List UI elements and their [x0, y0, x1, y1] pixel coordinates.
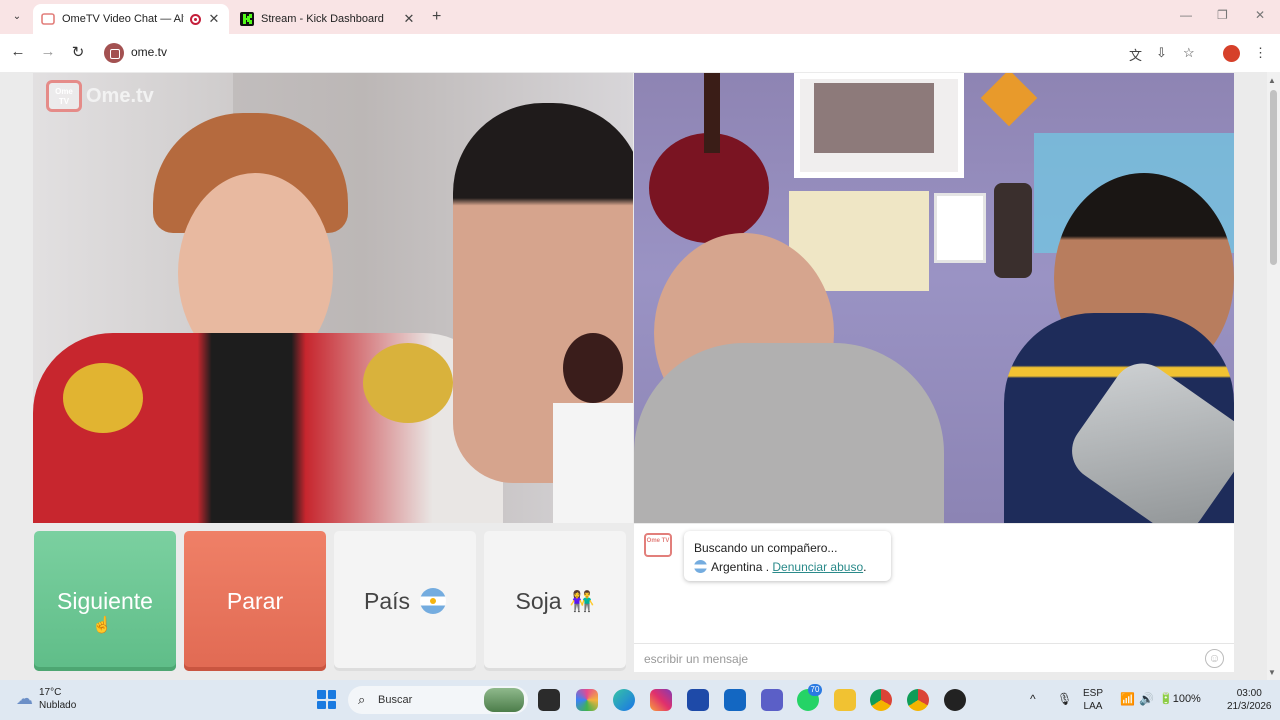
hand-cursor-icon: ☝: [92, 617, 112, 634]
file-explorer-icon[interactable]: [834, 689, 856, 711]
edge-icon[interactable]: [613, 689, 635, 711]
scrollbar-thumb[interactable]: [1270, 90, 1277, 265]
ometv-favicon-icon: [41, 13, 55, 25]
menu-dots-icon[interactable]: ⋮: [1254, 45, 1267, 61]
chat-ometv-logo-icon: Ome TV: [644, 533, 672, 557]
emoji-icon[interactable]: ☺: [1205, 649, 1224, 668]
teams-icon[interactable]: [761, 689, 783, 711]
time: 03:00: [1236, 688, 1262, 699]
ometv-logo: Ome TV Ome.tv: [46, 80, 154, 112]
tab-kick[interactable]: Stream - Kick Dashboard ✕: [232, 4, 424, 34]
argentina-flag-icon: [420, 588, 447, 614]
reload-icon[interactable]: ↻: [68, 43, 88, 61]
battery-status[interactable]: 🔋100%: [1159, 692, 1201, 705]
scroll-down-icon[interactable]: ▼: [1268, 668, 1276, 677]
weather-condition: Nublado: [39, 700, 77, 711]
chrome-icon[interactable]: [870, 689, 892, 711]
recording-icon: [190, 13, 201, 25]
battery-level: 100%: [1172, 693, 1201, 705]
tab-title: OmeTV Video Chat — Alter: [62, 13, 184, 25]
gender-label: Soja: [515, 587, 562, 614]
tab-title: Stream - Kick Dashboard: [261, 13, 384, 25]
site-info-icon[interactable]: [104, 43, 124, 63]
address-bar[interactable]: ome.tv: [100, 39, 1210, 67]
microphone-icon[interactable]: 🎙: [1057, 692, 1072, 706]
copilot-icon[interactable]: [576, 689, 598, 711]
country-label: País: [363, 587, 411, 614]
gender-button[interactable]: Soja 👫: [484, 531, 626, 671]
local-video: [33, 73, 633, 523]
stop-button[interactable]: Parar: [184, 531, 326, 671]
tab-ometv[interactable]: OmeTV Video Chat — Alter ✕: [33, 4, 229, 34]
language-indicator[interactable]: ESP LAA: [1083, 687, 1103, 713]
message-input[interactable]: escribir un mensaje: [644, 652, 748, 666]
couple-icon: 👫: [569, 590, 595, 613]
status-text: Buscando un compañero...: [694, 541, 838, 555]
language-code: ESP: [1083, 688, 1104, 699]
argentina-flag-icon: [694, 560, 707, 573]
clock[interactable]: 03:00 21/3/2026: [1227, 687, 1272, 713]
remote-video: [634, 73, 1234, 523]
tab-search-chevron-icon[interactable]: ⌄: [7, 7, 27, 27]
url-text: ome.tv: [131, 45, 168, 59]
system-message: Buscando un compañero... Argentina . Den…: [684, 531, 891, 581]
back-icon[interactable]: ←: [8, 43, 28, 60]
next-button[interactable]: Siguiente: [34, 531, 176, 671]
volume-icon[interactable]: 🔊: [1139, 692, 1154, 706]
wifi-icon[interactable]: 📶: [1120, 692, 1135, 706]
search-label: Buscar: [378, 694, 413, 706]
forward-icon[interactable]: →: [38, 43, 58, 60]
tray-overflow-icon[interactable]: ^: [1030, 692, 1036, 706]
separator: .: [762, 560, 773, 574]
weather-widget[interactable]: ☁ 17°C Nublado: [16, 686, 76, 712]
bookmark-star-icon[interactable]: ☆: [1183, 45, 1195, 61]
report-suffix: .: [863, 560, 867, 574]
keyboard-layout: LAA: [1083, 701, 1103, 712]
stop-label: Parar: [226, 587, 284, 614]
next-label: Siguiente: [57, 587, 153, 614]
chat-input-bar: escribir un mensaje ☺: [634, 643, 1234, 672]
task-view-icon[interactable]: [538, 689, 560, 711]
store-icon[interactable]: [687, 689, 709, 711]
new-tab-icon[interactable]: +: [432, 8, 441, 26]
partner-country: Argentina: [711, 560, 763, 574]
maximize-icon[interactable]: ❐: [1217, 8, 1228, 22]
date: 21/3/2026: [1227, 701, 1272, 712]
logo-badge: Ome TV: [46, 80, 82, 112]
partner-info: Argentina . Denunciar abuso.: [694, 558, 881, 577]
profile-avatar[interactable]: [1223, 45, 1240, 62]
cloud-icon: ☁: [16, 689, 33, 708]
search-highlight-icon: [484, 688, 524, 712]
temperature: 17°C: [39, 687, 62, 698]
minimize-icon[interactable]: —: [1180, 8, 1192, 22]
whatsapp-badge: 70: [808, 684, 822, 696]
logo-text: Ome.tv: [86, 84, 154, 107]
report-abuse-link[interactable]: Denunciar abuso: [772, 560, 863, 574]
battery-icon: 🔋: [1159, 693, 1173, 705]
browser-toolbar: ← → ↻ ome.tv 文 ⇩ ☆ ⋮: [0, 34, 1280, 72]
install-app-icon[interactable]: ⇩: [1156, 45, 1167, 61]
search-icon: ⌕: [358, 692, 366, 707]
tab-close-icon[interactable]: ✕: [402, 11, 416, 27]
outlook-icon[interactable]: [724, 689, 746, 711]
country-button[interactable]: País: [334, 531, 476, 671]
kick-favicon-icon: [240, 12, 254, 26]
chrome-profile-icon[interactable]: [907, 689, 929, 711]
translate-icon[interactable]: 文: [1129, 45, 1142, 64]
scroll-up-icon[interactable]: ▲: [1268, 76, 1276, 85]
window-close-icon[interactable]: ✕: [1255, 8, 1265, 22]
tab-close-icon[interactable]: ✕: [207, 11, 221, 27]
taskbar-search[interactable]: ⌕ Buscar: [348, 686, 528, 714]
obs-icon[interactable]: [944, 689, 966, 711]
tab-strip: ⌄ OmeTV Video Chat — Alter ✕ Stream - Ki…: [0, 0, 1280, 34]
start-button[interactable]: [317, 690, 336, 709]
taskbar: ☁ 17°C Nublado ⌕ Buscar 70 ^ 🎙 ESP LAA 📶…: [0, 680, 1280, 720]
instagram-icon[interactable]: [650, 689, 672, 711]
